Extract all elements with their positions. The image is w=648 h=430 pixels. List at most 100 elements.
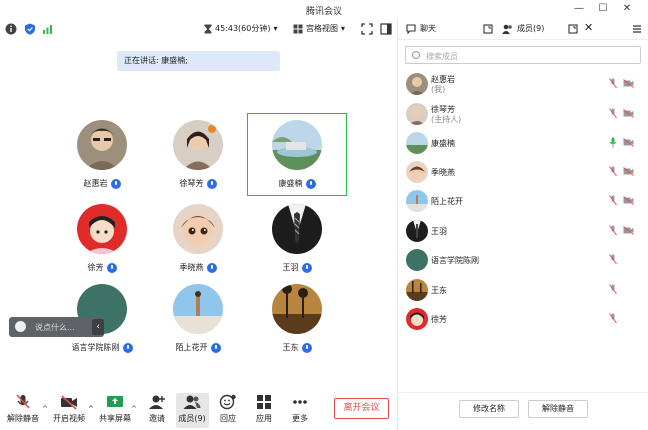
muted-mic-icon[interactable]: [609, 78, 617, 89]
participant-name-row: 王东: [247, 342, 347, 353]
video-off-icon[interactable]: [623, 226, 634, 235]
maximize-icon[interactable]: ☐: [596, 2, 610, 16]
rename-button[interactable]: 修改名称: [459, 400, 519, 418]
sidebar-toggle-icon[interactable]: [380, 23, 392, 35]
minimize-icon[interactable]: —: [572, 2, 586, 16]
mute-options-caret[interactable]: ^: [42, 405, 48, 413]
menu-icon[interactable]: [632, 24, 642, 34]
more-label: 更多: [292, 414, 308, 423]
avatar: [406, 220, 428, 242]
muted-mic-icon[interactable]: [609, 254, 617, 265]
member-row[interactable]: 康盛楠: [398, 129, 648, 157]
participant-name-row: 赵惠岩: [52, 178, 152, 189]
avatar: [272, 120, 322, 170]
participant-tile[interactable]: 徐琴芳: [148, 120, 248, 200]
emoji-icon[interactable]: [15, 321, 26, 332]
share-screen-button[interactable]: 共享屏幕: [96, 394, 134, 424]
avatar: [406, 249, 428, 271]
share-screen-label: 共享屏幕: [99, 414, 131, 423]
close-panel-icon[interactable]: ✕: [584, 21, 593, 34]
avatar: [406, 132, 428, 154]
window-title: 腾讯会议: [305, 7, 342, 17]
video-off-icon[interactable]: [623, 138, 634, 147]
tab-members[interactable]: 成员(9): [502, 23, 544, 34]
avatar: [406, 190, 428, 212]
member-name: 语言学院陈刚: [431, 256, 479, 266]
member-name-text: 徐芳: [431, 315, 447, 324]
view-mode-label: 宫格视图: [306, 24, 338, 33]
participant-name-row: 王羽: [247, 262, 347, 273]
member-name-text: 康盛楠: [431, 139, 455, 148]
participant-name: 王羽: [282, 263, 299, 272]
react-button[interactable]: 回应: [209, 394, 247, 424]
member-row[interactable]: 徐琴芳 (主持人): [398, 100, 648, 128]
share-options-caret[interactable]: ^: [131, 405, 137, 413]
meeting-toolbar: 45:43(60分钟) ▾ 宫格视图 ▾: [0, 18, 397, 40]
share-screen-icon: [107, 396, 123, 407]
view-mode-selector[interactable]: 宫格视图 ▾: [293, 23, 345, 34]
invite-button[interactable]: 邀请: [138, 394, 176, 424]
info-icon[interactable]: [5, 23, 17, 35]
collapse-chat-icon[interactable]: ‹: [92, 319, 104, 335]
video-options-caret[interactable]: ^: [88, 405, 94, 413]
avatar: [406, 279, 428, 301]
muted-mic-icon[interactable]: [609, 195, 617, 206]
muted-mic-icon[interactable]: [609, 313, 617, 324]
muted-mic-icon[interactable]: [609, 225, 617, 236]
more-button[interactable]: 更多: [281, 394, 319, 424]
hourglass-icon: [204, 24, 212, 33]
member-row[interactable]: 王东: [398, 276, 648, 304]
member-name-text: 季晓燕: [431, 168, 455, 177]
apps-button[interactable]: 应用: [245, 394, 283, 424]
member-row[interactable]: 赵惠岩 (我): [398, 70, 648, 98]
quick-chat-input[interactable]: 说点什么... ‹: [9, 317, 104, 337]
participant-tile[interactable]: 王东: [247, 284, 347, 364]
participant-name-row: 陌上花开: [148, 342, 248, 353]
video-off-icon[interactable]: [623, 109, 634, 118]
video-off-icon[interactable]: [623, 167, 634, 176]
participant-name: 王东: [282, 343, 299, 352]
mute-all-release-button[interactable]: 解除静音: [528, 400, 588, 418]
unmute-button[interactable]: 解除静音: [4, 394, 42, 424]
avatar: [173, 284, 223, 334]
member-row[interactable]: 语言学院陈刚: [398, 246, 648, 274]
muted-mic-icon[interactable]: [609, 166, 617, 177]
member-row[interactable]: 徐芳: [398, 305, 648, 333]
meeting-timer[interactable]: 45:43(60分钟) ▾: [204, 23, 278, 34]
apps-icon: [257, 395, 271, 409]
participant-tile[interactable]: 赵惠岩: [52, 120, 152, 200]
participant-name-row: 徐琴芳: [148, 178, 248, 189]
leave-meeting-button[interactable]: 离开会议: [334, 398, 389, 419]
fullscreen-icon[interactable]: [361, 23, 373, 35]
participant-tile[interactable]: 王羽: [247, 204, 347, 284]
video-off-icon[interactable]: [623, 79, 634, 88]
invite-label: 邀请: [149, 414, 165, 423]
member-search-input[interactable]: 搜索成员: [405, 46, 641, 64]
participant-tile[interactable]: 康盛楠: [247, 120, 347, 200]
member-row[interactable]: 王羽: [398, 217, 648, 245]
tab-chat[interactable]: 聊天: [406, 23, 436, 34]
muted-mic-icon[interactable]: [609, 108, 617, 119]
meeting-window: 腾讯会议 — ☐ ✕ 45:43(60分钟) ▾ 宫格视图 ▾ 正在讲话: 康盛…: [0, 0, 648, 430]
member-name: 徐芳: [431, 315, 447, 325]
participant-tile[interactable]: 季晓燕: [148, 204, 248, 284]
member-name-text: 王羽: [431, 227, 447, 236]
member-name: 赵惠岩 (我): [431, 75, 455, 95]
active-mic-icon[interactable]: [609, 137, 617, 148]
participant-tile[interactable]: 陌上花开: [148, 284, 248, 364]
popout-chat-icon[interactable]: [483, 24, 493, 34]
start-video-button[interactable]: 开启视频: [50, 394, 88, 424]
reaction-icon: [219, 394, 236, 410]
members-button[interactable]: 成员(9): [173, 394, 211, 424]
member-row[interactable]: 陌上花开: [398, 187, 648, 215]
avatar: [406, 73, 428, 95]
video-off-icon[interactable]: [623, 196, 634, 205]
close-icon[interactable]: ✕: [620, 2, 634, 16]
muted-mic-icon[interactable]: [609, 284, 617, 295]
member-row[interactable]: 季晓燕: [398, 158, 648, 186]
avatar: [77, 204, 127, 254]
more-icon: [293, 400, 307, 404]
participant-tile[interactable]: 徐芳: [52, 204, 152, 284]
security-shield-icon[interactable]: [24, 23, 36, 35]
popout-members-icon[interactable]: [568, 24, 578, 34]
